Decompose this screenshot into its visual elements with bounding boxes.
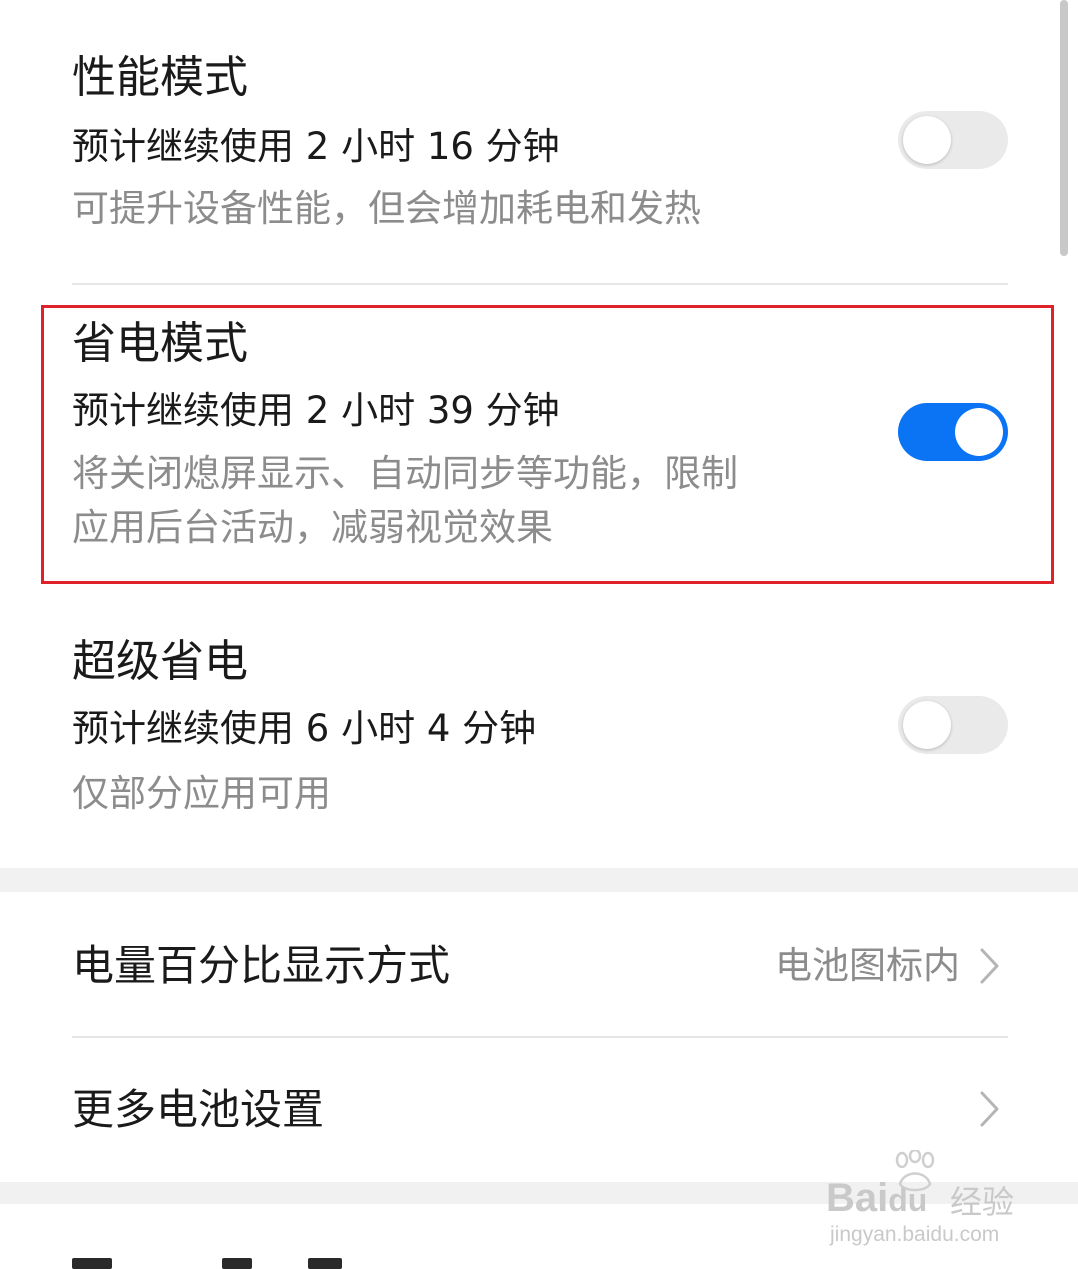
performance-mode-description: 可提升设备性能，但会增加耗电和发热 [72, 187, 701, 230]
more-battery-settings-label: 更多电池设置 [72, 1085, 325, 1134]
battery-percentage-row[interactable]: 电量百分比显示方式 电池图标内 [0, 892, 1078, 1037]
ultra-power-saving-row[interactable]: 超级省电 预计继续使用 6 小时 4 分钟 仅部分应用可用 [0, 600, 1078, 865]
ultra-power-saving-toggle[interactable] [898, 696, 1008, 754]
performance-mode-title: 性能模式 [72, 52, 248, 103]
toggle-knob [903, 116, 951, 164]
ultra-power-saving-description: 仅部分应用可用 [72, 772, 331, 815]
watermark-brand-tail: 经验 [950, 1183, 1015, 1221]
divider [72, 283, 1008, 285]
watermark-url: jingyan.baidu.com [830, 1223, 1000, 1246]
section-separator [0, 868, 1078, 892]
highlight-frame [41, 305, 1054, 584]
performance-mode-row[interactable]: 性能模式 预计继续使用 2 小时 16 分钟 可提升设备性能，但会增加耗电和发热 [0, 0, 1078, 280]
battery-percentage-value: 电池图标内 [775, 944, 960, 987]
battery-percentage-label: 电量百分比显示方式 [72, 941, 451, 990]
baidu-watermark: Baidu 经验 jingyan.baidu.com [826, 1150, 1036, 1250]
toggle-knob [903, 701, 951, 749]
ultra-power-saving-estimate: 预计继续使用 6 小时 4 分钟 [72, 707, 537, 750]
performance-mode-toggle[interactable] [898, 111, 1008, 169]
watermark-brand: Baidu [826, 1176, 928, 1220]
ultra-power-saving-title: 超级省电 [72, 636, 248, 687]
chevron-right-icon [980, 948, 999, 984]
chevron-right-icon [980, 1091, 999, 1127]
performance-mode-estimate: 预计继续使用 2 小时 16 分钟 [72, 125, 560, 168]
next-row-partial [72, 1258, 372, 1269]
